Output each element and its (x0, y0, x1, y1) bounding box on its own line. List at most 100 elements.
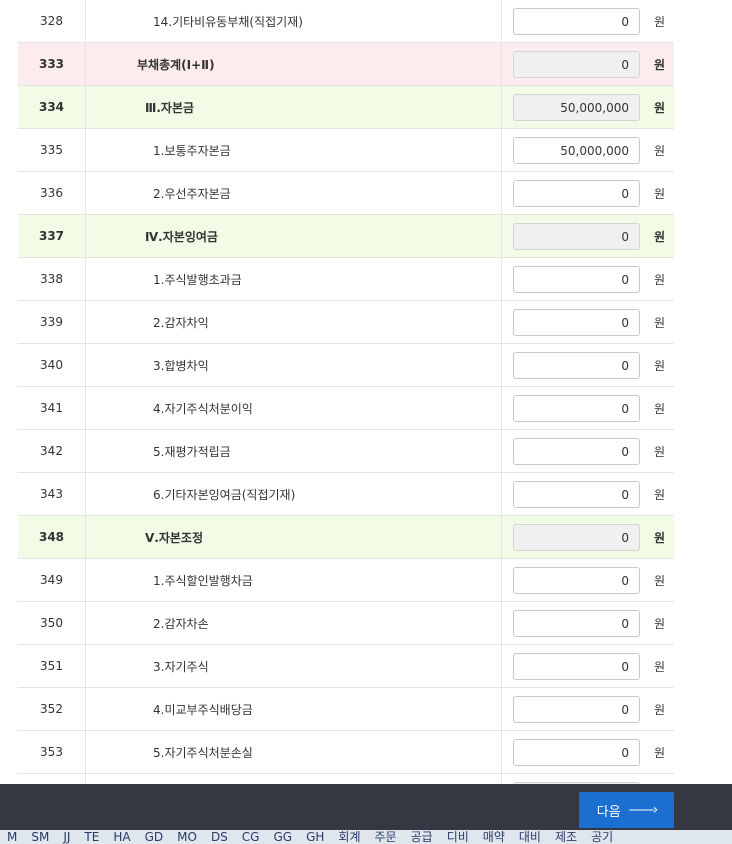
amount-input[interactable] (513, 653, 640, 680)
column-divider (501, 129, 502, 171)
table-row: 341 4.자기주식처분이익 원 (18, 387, 674, 430)
column-divider (501, 258, 502, 300)
currency-unit: 원 (654, 487, 666, 502)
amount-total-field (513, 51, 640, 78)
column-divider (501, 215, 502, 257)
amount-input[interactable] (513, 739, 640, 766)
row-code: 337 (18, 215, 86, 257)
table-row: 349 1.주식할인발행차금 원 (18, 559, 674, 602)
taskbar-item[interactable]: 제조 (548, 830, 584, 844)
balance-sheet-table: 328 14.기타비유동부채(직접기재) 원 333 부채총계(Ⅰ+Ⅱ) 원 334 Ⅲ.자본… (18, 0, 674, 809)
taskbar-item[interactable]: 디비 (440, 830, 476, 844)
column-divider (501, 430, 502, 472)
currency-unit: 원 (654, 14, 666, 29)
currency-unit: 원 (654, 186, 666, 201)
row-code: 349 (18, 559, 86, 601)
taskbar-item[interactable]: DS (204, 830, 235, 844)
amount-input[interactable] (513, 438, 640, 465)
table-row: 334 Ⅲ.자본금 원 (18, 86, 674, 129)
taskbar-item[interactable]: HA (106, 830, 137, 844)
amount-input[interactable] (513, 180, 640, 207)
amount-input[interactable] (513, 266, 640, 293)
table-row: 343 6.기타자본잉여금(직접기재) 원 (18, 473, 674, 516)
currency-unit: 원 (654, 659, 666, 674)
row-code: 342 (18, 430, 86, 472)
column-divider (501, 0, 502, 42)
row-code: 343 (18, 473, 86, 515)
row-label: 5.재평가적립금 (153, 444, 231, 459)
column-divider (501, 344, 502, 386)
taskbar-item[interactable]: M (0, 830, 24, 844)
row-label: 4.미교부주식배당금 (153, 702, 253, 717)
taskbar-item[interactable]: 회계 (331, 830, 367, 844)
amount-total-field (513, 223, 640, 250)
table-row: 350 2.감자차손 원 (18, 602, 674, 645)
column-divider (501, 602, 502, 644)
row-label: Ⅲ.자본금 (145, 100, 195, 115)
taskbar-item[interactable]: TE (77, 830, 106, 844)
column-divider (501, 301, 502, 343)
amount-input[interactable] (513, 352, 640, 379)
table-row: 339 2.감자차익 원 (18, 301, 674, 344)
row-label: 6.기타자본잉여금(직접기재) (153, 487, 296, 502)
currency-unit: 원 (654, 745, 666, 760)
taskbar-item[interactable]: JJ (56, 830, 77, 844)
table-row: 333 부채총계(Ⅰ+Ⅱ) 원 (18, 43, 674, 86)
table-row: 342 5.재평가적립금 원 (18, 430, 674, 473)
currency-unit: 원 (654, 272, 666, 287)
row-label: 1.주식할인발행차금 (153, 573, 253, 588)
taskbar-item[interactable]: GD (138, 830, 171, 844)
currency-unit: 원 (654, 616, 666, 631)
amount-total-field (513, 94, 640, 121)
amount-input[interactable] (513, 137, 640, 164)
amount-input[interactable] (513, 8, 640, 35)
taskbar-item[interactable]: MO (170, 830, 204, 844)
row-label: 14.기타비유동부채(직접기재) (153, 14, 303, 29)
column-divider (501, 645, 502, 687)
taskbar-item[interactable]: 공급 (404, 830, 440, 844)
row-code: 340 (18, 344, 86, 386)
taskbar-item[interactable]: CG (235, 830, 267, 844)
amount-input[interactable] (513, 481, 640, 508)
taskbar-item[interactable]: GH (299, 830, 331, 844)
taskbar-item[interactable]: 매약 (476, 830, 512, 844)
currency-unit: 원 (654, 358, 666, 373)
column-divider (501, 387, 502, 429)
row-code: 350 (18, 602, 86, 644)
table-row: 337 Ⅳ.자본잉여금 원 (18, 215, 674, 258)
taskbar-item[interactable]: GG (266, 830, 299, 844)
taskbar-item[interactable]: 주문 (368, 830, 404, 844)
currency-unit: 원 (654, 444, 666, 459)
amount-input[interactable] (513, 395, 640, 422)
amount-input[interactable] (513, 610, 640, 637)
row-code: 333 (18, 43, 86, 85)
row-code: 328 (18, 0, 86, 42)
row-label: 3.합병차익 (153, 358, 209, 373)
row-label: 5.자기주식처분손실 (153, 745, 253, 760)
next-button[interactable]: 다음 ——› (579, 792, 674, 828)
row-label: 3.자기주식 (153, 659, 209, 674)
amount-total-field (513, 524, 640, 551)
table-row: 340 3.합병차익 원 (18, 344, 674, 387)
taskbar-item[interactable]: 대비 (512, 830, 548, 844)
column-divider (501, 688, 502, 730)
amount-input[interactable] (513, 696, 640, 723)
amount-input[interactable] (513, 567, 640, 594)
taskbar-item[interactable]: SM (24, 830, 56, 844)
amount-input[interactable] (513, 309, 640, 336)
currency-unit: 원 (654, 530, 666, 545)
row-code: 351 (18, 645, 86, 687)
next-button-label: 다음 (596, 804, 621, 820)
row-label: 2.우선주자본금 (153, 186, 231, 201)
long-arrow-right-icon: ——› (628, 802, 659, 818)
currency-unit: 원 (654, 229, 666, 244)
table-row: 338 1.주식발행초과금 원 (18, 258, 674, 301)
currency-unit: 원 (654, 702, 666, 717)
taskbar-item[interactable]: 공기 (584, 830, 620, 844)
row-code: 341 (18, 387, 86, 429)
table-row: 328 14.기타비유동부채(직접기재) 원 (18, 0, 674, 43)
row-code: 339 (18, 301, 86, 343)
row-label: Ⅴ.자본조정 (145, 530, 204, 545)
table-row: 336 2.우선주자본금 원 (18, 172, 674, 215)
row-label: 2.감자차손 (153, 616, 209, 631)
